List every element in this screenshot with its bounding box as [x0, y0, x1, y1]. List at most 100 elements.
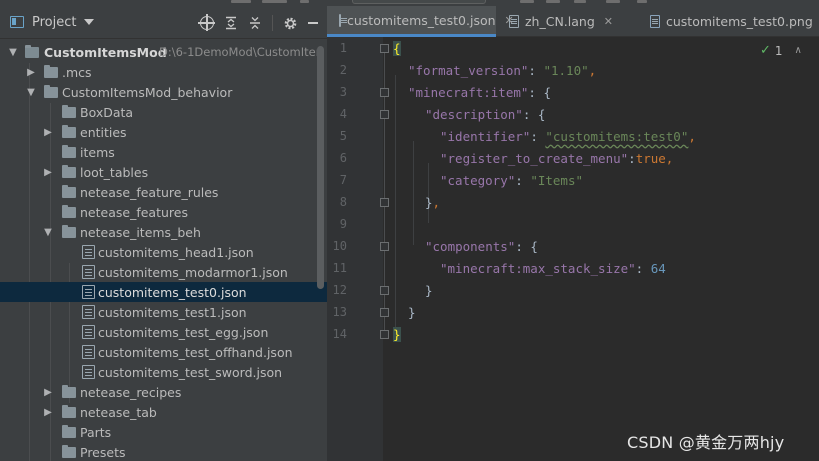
tree-item-file[interactable]: customitems_test_sword.json — [0, 362, 327, 382]
line-number: 14 — [332, 327, 347, 341]
tree-item-label: customitems_test_sword.json — [98, 364, 283, 380]
code-line: } — [425, 282, 433, 298]
tree-item[interactable]: ▶ netease_recipes — [0, 382, 327, 402]
tree-item-label: CustomItemsMod — [44, 44, 167, 60]
tree-item-file[interactable]: customitems_head1.json — [0, 242, 327, 262]
tree-item[interactable]: ▶ loot_tables — [0, 162, 327, 182]
json-key: "minecraft:max_stack_size" — [440, 260, 636, 276]
fold-marker-icon[interactable] — [380, 330, 389, 339]
folder-icon — [62, 445, 76, 458]
expand-all-button[interactable] — [219, 15, 243, 31]
fold-marker-icon[interactable] — [380, 242, 389, 251]
close-icon[interactable]: ✕ — [604, 15, 613, 28]
tree-item[interactable]: netease_feature_rules — [0, 182, 327, 202]
run-configuration-selector[interactable] — [352, 0, 486, 4]
code-line: "register_to_create_menu": true, — [440, 150, 674, 166]
project-tree: ▼ CustomItemsMod D:\6-1DemoMod\CustomIte… — [0, 39, 327, 461]
tree-item[interactable]: items — [0, 142, 327, 162]
chevron-down-icon[interactable]: ▼ — [8, 47, 18, 58]
chevron-down-icon[interactable]: ▼ — [26, 87, 36, 98]
chevron-right-icon[interactable]: ▶ — [43, 167, 53, 178]
chevron-down-icon[interactable]: ▼ — [43, 227, 53, 238]
chevron-down-icon[interactable] — [84, 19, 95, 25]
chevron-right-icon[interactable]: ▶ — [26, 67, 36, 78]
code-line: "description": { — [425, 106, 546, 122]
line-number: 11 — [332, 261, 347, 275]
tree-item[interactable]: ▼ CustomItemsMod_behavior — [0, 82, 327, 102]
fold-marker-icon[interactable] — [380, 110, 389, 119]
code-line: "minecraft:item": { — [408, 84, 551, 100]
code-line: "identifier": "customitems:test0", — [440, 128, 696, 144]
json-file-icon — [82, 285, 95, 299]
json-file-icon — [82, 245, 95, 259]
code-line: } — [393, 323, 401, 345]
minimize-icon[interactable] — [308, 22, 318, 24]
line-number: 12 — [332, 283, 347, 297]
json-file-icon — [339, 13, 347, 27]
watermark: CSDN @黄金万两hjy — [627, 433, 785, 452]
tree-item-label: netease_items_beh — [80, 224, 201, 240]
tree-item-root[interactable]: ▼ CustomItemsMod D:\6-1DemoMod\CustomIte… — [0, 42, 327, 62]
inspection-widget[interactable]: ✓ 1 ∧ — [760, 43, 802, 58]
fold-marker-icon[interactable] — [380, 44, 389, 53]
folder-icon — [62, 225, 76, 238]
chevron-right-icon[interactable]: ▶ — [43, 127, 53, 138]
tree-item[interactable]: Parts — [0, 422, 327, 442]
tree-item-file-selected[interactable]: customitems_test0.json — [0, 282, 327, 302]
select-opened-file-button[interactable] — [195, 14, 219, 31]
line-number: 10 — [332, 239, 347, 253]
collapse-all-icon — [250, 17, 260, 29]
indent-guide — [395, 75, 396, 335]
tab-label: customitems_test0.json — [347, 12, 496, 28]
line-number: 2 — [339, 63, 347, 77]
collapse-all-button[interactable] — [243, 15, 267, 31]
tree-item-file[interactable]: customitems_test1.json — [0, 302, 327, 322]
tree-item-label: CustomItemsMod_behavior — [62, 84, 233, 100]
code-line: } — [408, 304, 416, 320]
chevron-right-icon[interactable]: ▶ — [43, 387, 53, 398]
tree-item-label: BoxData — [80, 104, 134, 120]
project-panel: Project ▼ CustomItemsMod D:\6-1DemoMod\C… — [0, 6, 327, 461]
tree-item-label: customitems_head1.json — [98, 244, 254, 260]
tree-item[interactable]: ▶ entities — [0, 122, 327, 142]
project-path: D:\6-1DemoMod\CustomIter — [159, 45, 321, 59]
folder-icon — [62, 425, 76, 438]
line-number: 8 — [339, 195, 347, 209]
folder-icon — [62, 205, 76, 218]
fold-marker-icon[interactable] — [380, 88, 389, 97]
fold-marker-icon[interactable] — [380, 308, 389, 317]
tree-item-label: items — [80, 144, 115, 160]
tab-customitems-test0-json[interactable]: customitems_test0.json ✕ — [327, 6, 514, 37]
code-line: { — [393, 37, 401, 59]
settings-button[interactable] — [278, 15, 302, 31]
tree-item[interactable]: BoxData — [0, 102, 327, 122]
chevron-right-icon[interactable]: ▶ — [43, 407, 53, 418]
checkmark-icon: ✓ — [760, 43, 771, 58]
line-number: 7 — [339, 173, 347, 187]
json-boolean: true — [635, 150, 666, 166]
fold-marker-icon[interactable] — [380, 286, 389, 295]
tree-item-file[interactable]: customitems_test_offhand.json — [0, 342, 327, 362]
tree-item-file[interactable]: customitems_modarmor1.json — [0, 262, 327, 282]
tree-item-file[interactable]: customitems_test_egg.json — [0, 322, 327, 342]
tree-item[interactable]: ▼ netease_items_beh — [0, 222, 327, 242]
code-line: "minecraft:max_stack_size": 64 — [440, 260, 666, 276]
chevron-up-icon[interactable]: ∧ — [795, 45, 802, 56]
vertical-scrollbar[interactable] — [317, 46, 324, 289]
tree-item-label: customitems_test_egg.json — [98, 324, 269, 340]
tree-item[interactable]: netease_features — [0, 202, 327, 222]
json-key: "identifier" — [440, 128, 531, 144]
tab-zh-cn-lang[interactable]: zh_CN.lang ✕ — [499, 6, 637, 37]
tree-item[interactable]: ▶ netease_tab — [0, 402, 327, 422]
line-number: 9 — [339, 217, 347, 231]
line-number: 3 — [339, 85, 347, 99]
text-file-icon — [509, 15, 519, 28]
project-view-selector[interactable]: Project — [32, 15, 76, 30]
tree-item[interactable]: ▶ .mcs — [0, 62, 327, 82]
tree-item[interactable]: Presets — [0, 442, 327, 461]
line-number: 1 — [339, 41, 347, 55]
tab-customitems-test0-png[interactable]: customitems_test0.png — [638, 6, 819, 37]
tree-item-label: entities — [80, 124, 127, 140]
fold-marker-icon[interactable] — [380, 198, 389, 207]
tree-item-label: .mcs — [62, 64, 92, 80]
